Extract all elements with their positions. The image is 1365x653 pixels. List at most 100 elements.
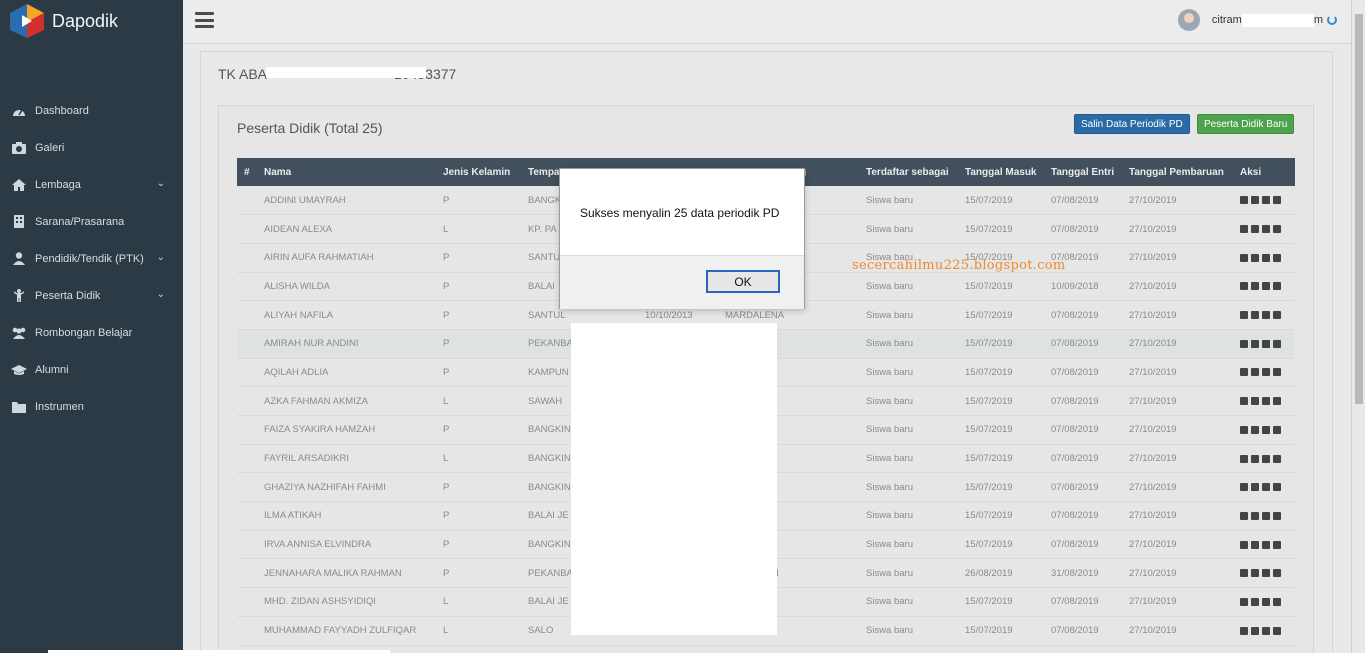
- user-icon[interactable]: [1240, 368, 1248, 377]
- ok-button[interactable]: OK: [706, 270, 780, 293]
- sidebar-item-lembaga[interactable]: Lembaga ⌄: [0, 166, 183, 203]
- edit-icon[interactable]: [1262, 311, 1270, 320]
- external-link-icon[interactable]: [1273, 196, 1281, 205]
- external-link-icon[interactable]: [1273, 368, 1281, 377]
- table-cell: JENNAHARA MALIKA RAHMAN: [264, 567, 402, 579]
- print-icon[interactable]: [1251, 339, 1259, 348]
- user-menu[interactable]: citram m: [1177, 9, 1337, 31]
- edit-icon[interactable]: [1262, 626, 1270, 635]
- col-header-no[interactable]: #: [237, 158, 257, 186]
- edit-icon[interactable]: [1262, 483, 1270, 492]
- external-link-icon[interactable]: [1273, 282, 1281, 291]
- print-icon[interactable]: [1251, 282, 1259, 291]
- sidebar-item-rombel[interactable]: Rombongan Belajar: [0, 314, 183, 351]
- edit-icon[interactable]: [1262, 253, 1270, 262]
- edit-icon[interactable]: [1262, 368, 1270, 377]
- sidebar-item-sarana[interactable]: Sarana/Prasarana: [0, 203, 183, 240]
- user-icon[interactable]: [1240, 196, 1248, 205]
- edit-icon[interactable]: [1262, 511, 1270, 520]
- scrollbar-thumb[interactable]: [1355, 14, 1363, 404]
- external-link-icon[interactable]: [1273, 626, 1281, 635]
- user-icon[interactable]: [1240, 397, 1248, 406]
- peserta-didik-baru-button[interactable]: Peserta Didik Baru: [1197, 114, 1295, 134]
- edit-icon[interactable]: [1262, 339, 1270, 348]
- table-cell: P: [443, 481, 450, 493]
- col-header-tanggal-masuk[interactable]: Tanggal Masuk: [958, 158, 1044, 186]
- hamburger-menu-icon[interactable]: [195, 12, 214, 28]
- print-icon[interactable]: [1251, 225, 1259, 234]
- sidebar-item-galeri[interactable]: Galeri: [0, 129, 183, 166]
- print-icon[interactable]: [1251, 196, 1259, 205]
- col-header-jenis-kelamin[interactable]: Jenis Kelamin: [436, 158, 521, 186]
- external-link-icon[interactable]: [1273, 483, 1281, 492]
- user-icon[interactable]: [1240, 626, 1248, 635]
- print-icon[interactable]: [1251, 368, 1259, 377]
- print-icon[interactable]: [1251, 397, 1259, 406]
- external-link-icon[interactable]: [1273, 225, 1281, 234]
- edit-icon[interactable]: [1262, 397, 1270, 406]
- print-icon[interactable]: [1251, 540, 1259, 549]
- user-icon[interactable]: [1240, 511, 1248, 520]
- col-header-terdaftar[interactable]: Terdaftar sebagai: [859, 158, 958, 186]
- col-header-tanggal-pembaruan[interactable]: Tanggal Pembaruan: [1122, 158, 1233, 186]
- edit-icon[interactable]: [1262, 196, 1270, 205]
- table-cell: [237, 530, 257, 559]
- print-icon[interactable]: [1251, 511, 1259, 520]
- print-icon[interactable]: [1251, 253, 1259, 262]
- table-cell: [237, 301, 257, 330]
- sidebar-item-alumni[interactable]: Alumni: [0, 351, 183, 388]
- salin-data-periodik-button[interactable]: Salin Data Periodik PD: [1074, 114, 1190, 134]
- vertical-scrollbar[interactable]: [1351, 0, 1365, 653]
- edit-icon[interactable]: [1262, 454, 1270, 463]
- external-link-icon[interactable]: [1273, 569, 1281, 578]
- print-icon[interactable]: [1251, 425, 1259, 434]
- print-icon[interactable]: [1251, 311, 1259, 320]
- sidebar-item-dashboard[interactable]: Dashboard: [0, 92, 183, 129]
- table-cell: 07/08/2019: [1051, 338, 1099, 350]
- edit-icon[interactable]: [1262, 425, 1270, 434]
- sidebar-item-peserta-didik[interactable]: Peserta Didik ⌄: [0, 277, 183, 314]
- row-actions: [1233, 616, 1295, 645]
- print-icon[interactable]: [1251, 454, 1259, 463]
- print-icon[interactable]: [1251, 483, 1259, 492]
- external-link-icon[interactable]: [1273, 253, 1281, 262]
- brand[interactable]: Dapodik: [8, 4, 118, 38]
- user-icon[interactable]: [1240, 597, 1248, 606]
- user-icon[interactable]: [1240, 225, 1248, 234]
- external-link-icon[interactable]: [1273, 597, 1281, 606]
- table-cell: [237, 358, 257, 387]
- user-icon[interactable]: [1240, 253, 1248, 262]
- child-icon: [10, 289, 28, 303]
- external-link-icon[interactable]: [1273, 454, 1281, 463]
- external-link-icon[interactable]: [1273, 425, 1281, 434]
- external-link-icon[interactable]: [1273, 540, 1281, 549]
- edit-icon[interactable]: [1262, 282, 1270, 291]
- external-link-icon[interactable]: [1273, 311, 1281, 320]
- external-link-icon[interactable]: [1273, 397, 1281, 406]
- col-header-nama[interactable]: Nama: [257, 158, 436, 186]
- col-header-tanggal-entri[interactable]: Tanggal Entri: [1044, 158, 1122, 186]
- print-icon[interactable]: [1251, 569, 1259, 578]
- print-icon[interactable]: [1251, 626, 1259, 635]
- external-link-icon[interactable]: [1273, 339, 1281, 348]
- user-icon[interactable]: [1240, 282, 1248, 291]
- sidebar-item-instrumen[interactable]: Instrumen: [0, 388, 183, 425]
- user-icon[interactable]: [1240, 339, 1248, 348]
- print-icon[interactable]: [1251, 597, 1259, 606]
- user-icon[interactable]: [1240, 540, 1248, 549]
- user-icon[interactable]: [1240, 425, 1248, 434]
- row-actions: [1233, 301, 1295, 330]
- edit-icon[interactable]: [1262, 540, 1270, 549]
- table-cell: 15/07/2019: [965, 395, 1013, 407]
- user-icon[interactable]: [1240, 483, 1248, 492]
- edit-icon[interactable]: [1262, 225, 1270, 234]
- user-icon[interactable]: [1240, 311, 1248, 320]
- edit-icon[interactable]: [1262, 569, 1270, 578]
- avatar[interactable]: [1177, 9, 1200, 31]
- user-icon[interactable]: [1240, 454, 1248, 463]
- table-cell: AMIRAH NUR ANDINI: [264, 338, 359, 350]
- user-icon[interactable]: [1240, 569, 1248, 578]
- external-link-icon[interactable]: [1273, 511, 1281, 520]
- edit-icon[interactable]: [1262, 597, 1270, 606]
- sidebar-item-ptk[interactable]: Pendidik/Tendik (PTK) ⌄: [0, 240, 183, 277]
